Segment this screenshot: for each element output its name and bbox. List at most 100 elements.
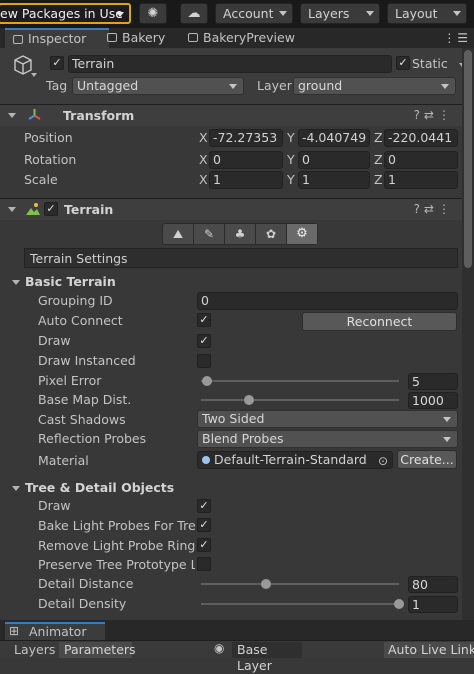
chevron-down-icon[interactable] xyxy=(31,73,37,77)
inspector-scrollbar[interactable] xyxy=(462,48,474,620)
reconnect-button[interactable]: Reconnect xyxy=(302,312,457,331)
terrain-component-header[interactable]: ✓ Terrain ?⇄⋮ xyxy=(0,198,462,220)
paint-details-tool-icon[interactable]: ✿ xyxy=(256,224,287,244)
grouping-id-field[interactable]: 0 xyxy=(197,292,458,310)
collapse-icon[interactable] xyxy=(12,280,20,285)
slider-knob[interactable] xyxy=(394,599,404,609)
pixel-error-field[interactable]: 5 xyxy=(408,373,458,390)
rotation-z-field[interactable]: 0 xyxy=(384,151,458,169)
packages-in-use-button[interactable]: ew Packages in Use xyxy=(0,3,131,24)
rotation-x-field[interactable]: 0 xyxy=(209,151,283,169)
tab-inspector[interactable]: Inspector xyxy=(5,28,109,48)
material-field[interactable]: Default-Terrain-Standard ⊙ xyxy=(197,451,393,469)
auto-live-link-button[interactable]: Auto Live Link xyxy=(384,642,474,658)
preserve-proto-checkbox[interactable] xyxy=(197,557,211,571)
chevron-down-icon xyxy=(366,11,374,16)
transform-icon xyxy=(28,109,41,120)
axis-y-label: Y xyxy=(287,130,295,145)
slider-knob[interactable] xyxy=(243,395,254,405)
detail-density-label: Detail Density xyxy=(38,596,127,611)
auto-connect-checkbox[interactable]: ✓ xyxy=(197,313,211,327)
tree-detail-section[interactable]: Tree & Detail Objects xyxy=(12,480,175,495)
reflection-probes-value: Blend Probes xyxy=(202,431,284,446)
object-name-field[interactable]: Terrain xyxy=(68,55,392,73)
pixel-error-slider[interactable] xyxy=(197,372,403,390)
tag-value: Untagged xyxy=(77,78,139,93)
paint-brush-tool-icon[interactable]: ✎ xyxy=(194,224,225,244)
draw-instanced-checkbox[interactable] xyxy=(197,354,211,368)
axis-x-label: X xyxy=(199,172,208,187)
axis-z-label: Z xyxy=(374,152,383,167)
slider-track xyxy=(201,399,399,401)
transform-component-header[interactable]: Transform ?⇄⋮ xyxy=(0,104,462,126)
packages-in-use-label: ew Packages in Use xyxy=(0,6,123,21)
cast-shadows-label: Cast Shadows xyxy=(38,412,126,427)
position-z-field[interactable]: -220.0441 xyxy=(384,129,458,147)
component-menu-icons[interactable]: ?⇄⋮ xyxy=(414,108,454,122)
eye-icon[interactable]: ◉ xyxy=(214,641,224,655)
basic-terrain-section[interactable]: Basic Terrain xyxy=(12,274,116,289)
tag-dropdown[interactable]: Untagged xyxy=(72,77,244,95)
terrain-settings-tool-icon[interactable]: ⚙ xyxy=(287,224,317,244)
remove-ringing-checkbox[interactable]: ✓ xyxy=(197,538,211,552)
tree-detail-title: Tree & Detail Objects xyxy=(25,480,175,495)
tab-animator[interactable]: ⊞ Animator xyxy=(5,622,105,640)
detail-density-field[interactable]: 1 xyxy=(408,596,458,613)
detail-distance-slider[interactable] xyxy=(197,575,403,593)
scale-x-field[interactable]: 1 xyxy=(209,171,283,189)
object-picker-icon[interactable]: ⊙ xyxy=(378,453,388,468)
tab-label: Bakery xyxy=(122,30,166,45)
layers-dropdown[interactable]: Layers xyxy=(300,3,380,24)
collapse-icon[interactable] xyxy=(8,207,16,212)
account-dropdown[interactable]: Account xyxy=(215,3,293,24)
scrollbar-thumb[interactable] xyxy=(464,50,472,268)
draw-checkbox[interactable]: ✓ xyxy=(197,334,211,348)
create-material-button[interactable]: Create... xyxy=(397,450,457,469)
layer-dropdown[interactable]: ground xyxy=(293,77,456,95)
component-menu-icons[interactable]: ?⇄⋮ xyxy=(414,202,454,216)
scale-y-field[interactable]: 1 xyxy=(298,171,370,189)
cast-shadows-dropdown[interactable]: Two Sided xyxy=(197,410,458,428)
animator-parameters-tab[interactable]: Parameters xyxy=(59,642,136,658)
tree-draw-checkbox[interactable]: ✓ xyxy=(197,499,211,513)
draw-instanced-label: Draw Instanced xyxy=(38,353,136,368)
inspector-tab-bar: Inspector Bakery BakeryPreview ⋮ ☰ xyxy=(0,28,474,48)
slider-knob[interactable] xyxy=(261,579,272,589)
chevron-down-icon xyxy=(229,84,237,89)
scale-z-field[interactable]: 1 xyxy=(384,171,458,189)
detail-density-slider[interactable] xyxy=(197,595,404,613)
tab-bakery[interactable]: Bakery xyxy=(99,28,179,48)
inspector-icon xyxy=(13,35,23,44)
cast-shadows-value: Two Sided xyxy=(202,411,265,426)
slider-track xyxy=(201,583,399,585)
active-checkbox[interactable]: ✓ xyxy=(50,56,64,70)
bake-probes-label: Bake Light Probes For Trees xyxy=(38,518,195,533)
animator-toolbar: Layers Parameters ◉ Base Layer Auto Live… xyxy=(0,640,474,673)
tab-label: BakeryPreview xyxy=(203,30,295,45)
base-map-dist-field[interactable]: 1000 xyxy=(408,392,458,409)
bake-probes-checkbox[interactable]: ✓ xyxy=(197,518,211,532)
collapse-icon[interactable] xyxy=(8,113,16,118)
reflection-probes-dropdown[interactable]: Blend Probes xyxy=(197,430,458,448)
base-layer-breadcrumb[interactable]: Base Layer xyxy=(232,642,302,673)
static-checkbox[interactable]: ✓ xyxy=(396,56,410,70)
slider-knob[interactable] xyxy=(201,376,212,386)
rotation-y-field[interactable]: 0 xyxy=(298,151,370,169)
position-x-field[interactable]: -72.27353 xyxy=(209,129,283,147)
detail-distance-field[interactable]: 80 xyxy=(408,576,458,593)
paint-trees-tool-icon[interactable]: ♣ xyxy=(225,224,256,244)
raise-terrain-tool-icon[interactable]: ⛰ xyxy=(163,224,194,244)
tab-bakerypreview[interactable]: BakeryPreview xyxy=(180,28,300,48)
chevron-down-icon xyxy=(279,11,287,16)
terrain-enabled-checkbox[interactable]: ✓ xyxy=(44,202,58,216)
base-map-dist-slider[interactable] xyxy=(197,391,403,409)
layout-dropdown[interactable]: Layout xyxy=(387,3,467,24)
layer-value: ground xyxy=(298,78,343,93)
tab-menu-icon[interactable]: ⋮ ☰ xyxy=(443,31,468,45)
draw-label: Draw xyxy=(38,333,71,348)
cloud-icon[interactable]: ☁ xyxy=(180,3,208,24)
collapse-icon[interactable] xyxy=(12,486,20,491)
position-y-field[interactable]: -4.040749 xyxy=(298,129,370,147)
collab-icon[interactable]: ✺ xyxy=(139,3,167,24)
animator-layers-tab[interactable]: Layers xyxy=(8,642,58,658)
